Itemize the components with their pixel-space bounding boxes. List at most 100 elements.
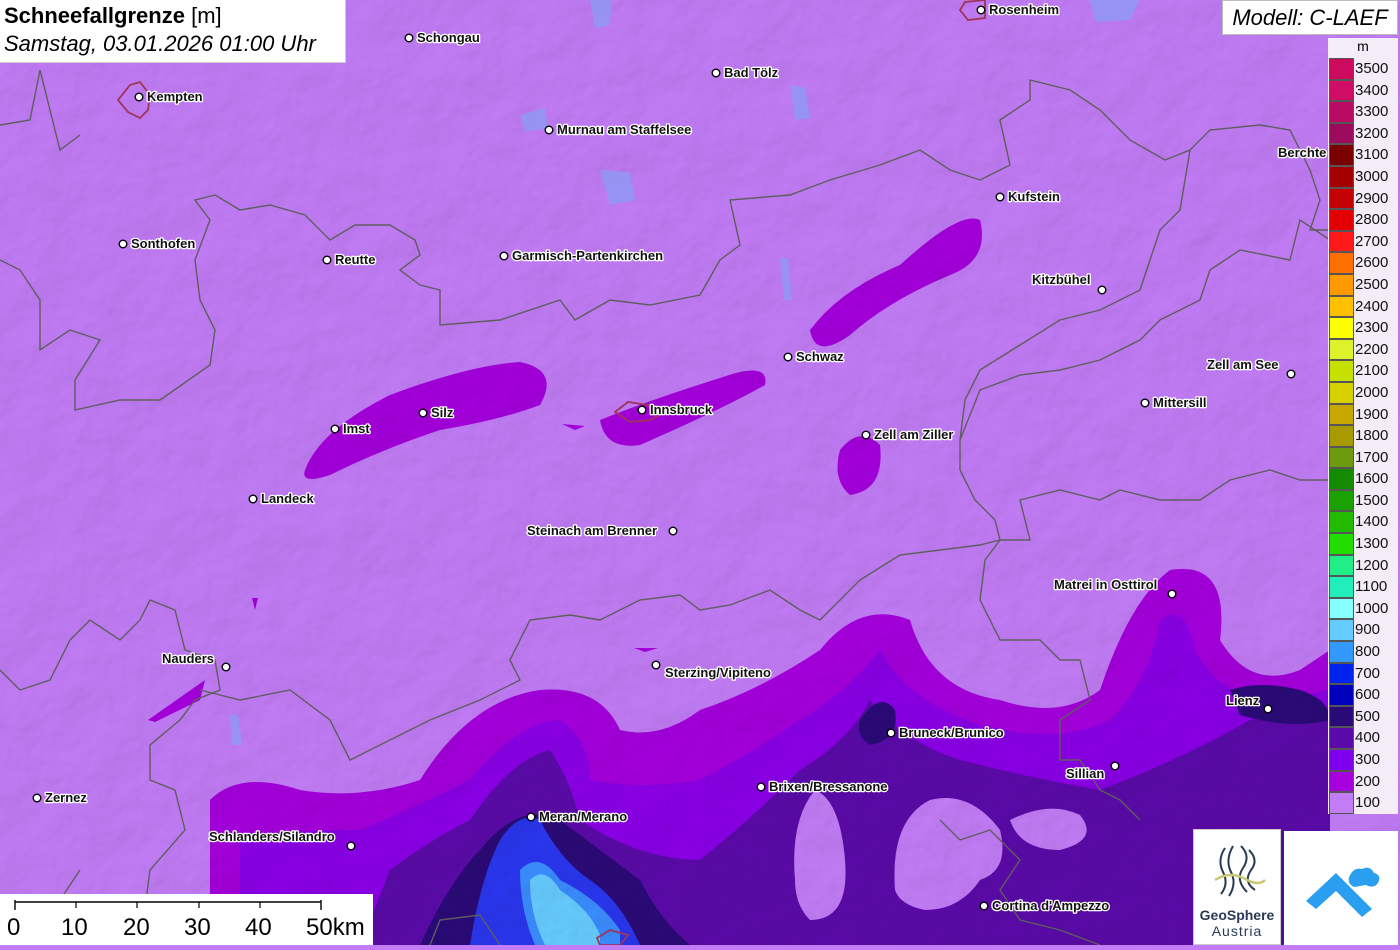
legend-row: 1500 <box>1329 489 1398 512</box>
legend-row: 2300 <box>1329 317 1398 339</box>
legend-row: 1700 <box>1329 446 1398 469</box>
legend-swatch <box>1329 641 1354 663</box>
legend-label: 800 <box>1355 643 1381 661</box>
city-marker <box>783 352 793 362</box>
legend-row: 400 <box>1329 727 1398 749</box>
legend-row: 1300 <box>1329 533 1398 555</box>
scale-label-40: 40 <box>245 914 272 941</box>
legend-swatch <box>1329 597 1354 620</box>
city-marker <box>330 424 340 434</box>
city-marker <box>711 68 721 78</box>
legend-row: 1100 <box>1329 576 1398 598</box>
city-marker <box>134 92 144 102</box>
legend-row: 1600 <box>1329 468 1398 490</box>
legend-row: 3400 <box>1329 79 1398 102</box>
city-marker <box>118 239 128 249</box>
city-label: Landeck <box>261 491 315 506</box>
map-title-box: Schneefallgrenze [m] Samstag, 03.01.2026… <box>0 0 346 63</box>
map-datetime: Samstag, 03.01.2026 01:00 Uhr <box>4 31 316 56</box>
map-title: Schneefallgrenze [m] <box>4 2 341 29</box>
city-label: Meran/Merano <box>539 809 627 824</box>
legend-swatch <box>1329 425 1354 447</box>
city-marker <box>418 408 428 418</box>
legend-label: 2000 <box>1355 383 1389 401</box>
city-label: Bad Tölz <box>724 65 779 80</box>
model-label: Modell: C-LAEF <box>1222 0 1398 35</box>
legend-label: 1100 <box>1355 578 1388 596</box>
legend-rows: 3500 3400 3300 3200 3100 3000 2900 2800 2700 2600… <box>1329 58 1398 814</box>
city-label: Rosenheim <box>989 2 1059 17</box>
city-marker <box>322 255 332 265</box>
legend-label: 400 <box>1355 729 1381 747</box>
legend-row: 500 <box>1329 705 1398 728</box>
city-marker <box>499 251 509 261</box>
city-marker <box>526 812 536 822</box>
city-marker <box>861 430 871 440</box>
city-label: Brixen/Bressanone <box>769 779 888 794</box>
legend-swatch <box>1329 662 1354 685</box>
legend-label: 1900 <box>1355 405 1389 423</box>
legend-swatch <box>1329 792 1354 814</box>
legend-label: 700 <box>1355 664 1381 682</box>
legend-row: 1400 <box>1329 511 1398 534</box>
legend-row: 1000 <box>1329 597 1398 620</box>
legend-row: 3500 <box>1329 58 1398 80</box>
legend-label: 2700 <box>1355 232 1389 250</box>
city-label: Innsbruck <box>650 402 713 417</box>
legend-label: 3100 <box>1355 146 1389 164</box>
legend-row: 800 <box>1329 641 1398 663</box>
city-label: Schwaz <box>796 349 844 364</box>
legend-row: 900 <box>1329 619 1398 642</box>
city-label: Zell am See <box>1207 357 1279 372</box>
legend-row: 2800 <box>1329 209 1398 231</box>
legend-swatch <box>1329 403 1354 426</box>
scale-label-20: 20 <box>123 914 150 941</box>
legend-label: 1500 <box>1355 491 1389 509</box>
legend-label: 3400 <box>1355 81 1389 99</box>
legend-swatch <box>1329 770 1354 793</box>
legend-row: 2100 <box>1329 360 1398 382</box>
city-label: Imst <box>343 421 370 436</box>
city-label: Zell am Ziller <box>874 427 953 442</box>
legend-label: 2300 <box>1355 319 1389 337</box>
legend-label: 200 <box>1355 772 1381 790</box>
legend-row: 2400 <box>1329 295 1398 318</box>
legend-label: 900 <box>1355 621 1381 639</box>
city-label: Schongau <box>417 30 480 45</box>
legend-swatch <box>1329 576 1354 598</box>
legend-label: 2900 <box>1355 189 1389 207</box>
city-marker <box>756 782 766 792</box>
city-marker <box>404 33 414 43</box>
legend-row: 2900 <box>1329 187 1398 210</box>
legend-swatch <box>1329 273 1354 296</box>
geosphere-logo[interactable]: GeoSphere Austria <box>1193 829 1281 945</box>
legend-row: 3100 <box>1329 144 1398 166</box>
scale-bar <box>14 900 322 910</box>
legend-swatch <box>1329 381 1354 404</box>
city-marker <box>1140 398 1150 408</box>
city-label: Silz <box>431 405 454 420</box>
legend-row: 3300 <box>1329 101 1398 123</box>
scale-label-30: 30 <box>184 914 211 941</box>
legend-swatch <box>1329 295 1354 318</box>
legend-row: 200 <box>1329 770 1398 793</box>
city-label: Mittersill <box>1153 395 1206 410</box>
weather-app-logo[interactable] <box>1284 831 1398 945</box>
legend-swatch <box>1329 684 1354 706</box>
legend-row: 1200 <box>1329 554 1398 577</box>
city-label: Lienz <box>1226 693 1260 708</box>
city-label: Schlanders/Silandro <box>209 829 335 844</box>
map-title-variable: Schneefallgrenze <box>4 3 185 28</box>
legend-row: 1900 <box>1329 403 1398 426</box>
snowfall-line-map: Rosenheim Schongau Bad Tölz Kempten Murnau a… <box>0 0 1400 945</box>
city-marker <box>1097 285 1107 295</box>
legend-row: 2000 <box>1329 381 1398 404</box>
city-label: Matrei in Osttirol <box>1054 577 1157 592</box>
city-label: Kempten <box>147 89 203 104</box>
legend-swatch <box>1329 317 1354 339</box>
city-marker <box>886 728 896 738</box>
legend-label: 3500 <box>1355 60 1389 77</box>
legend-swatch <box>1329 122 1354 145</box>
legend-swatch <box>1329 749 1354 771</box>
legend-swatch <box>1329 230 1354 253</box>
